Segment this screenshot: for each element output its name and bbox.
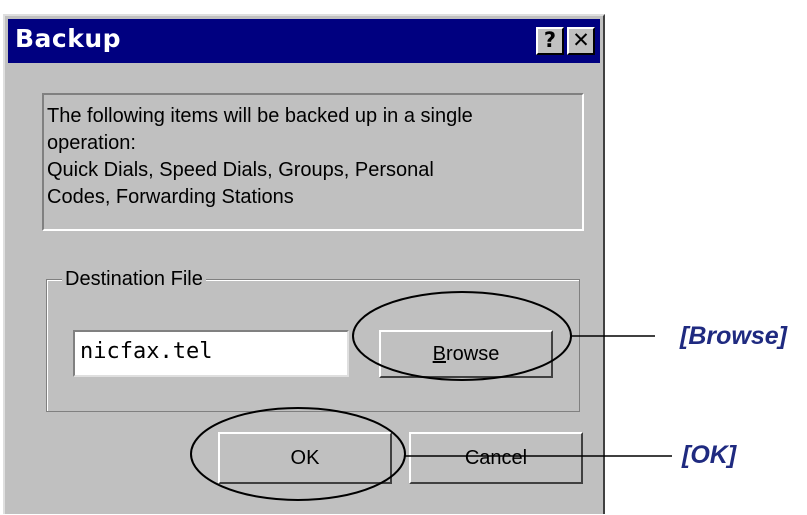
browse-callout-label: [Browse] [680,322,787,350]
ok-highlight-ellipse [190,407,406,501]
ok-callout-label: [OK] [682,441,737,469]
annotation-overlay [190,291,672,501]
browse-highlight-ellipse [352,291,572,381]
